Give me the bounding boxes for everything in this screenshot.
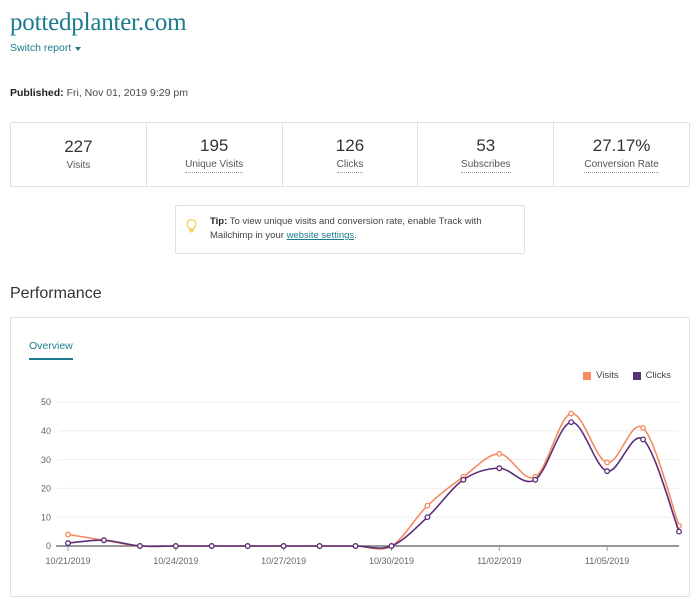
chart-legend: Visits Clicks [583,370,671,381]
performance-line-chart: 0 10 20 30 40 50 10/21/2019 10/24/2019 10/27/201… [41,397,682,566]
svg-text:50: 50 [41,397,51,407]
legend-item-visits[interactable]: Visits [583,370,619,381]
tab-bar-divider [29,354,689,355]
svg-text:20: 20 [41,484,51,494]
legend-item-clicks[interactable]: Clicks [632,370,671,381]
svg-text:10: 10 [41,512,51,522]
report-page: pottedplanter.com Switch report Publishe… [0,0,700,612]
switch-report-dropdown[interactable]: Switch report [10,42,82,54]
legend-swatch-visits [583,371,592,380]
stat-card-subscribes: 53 Subscribes [418,123,555,186]
tip-banner: Tip: To view unique visits and conversio… [175,205,525,254]
chart-tab-bar: Overview [11,318,689,360]
performance-section-title: Performance [10,285,102,302]
series-visits [65,410,682,550]
chart-plot-area[interactable]: 0 10 20 30 40 50 10/21/2019 10/24/2019 10/27/201… [11,388,689,596]
stat-card-visits: 227 Visits [11,123,147,186]
svg-text:10/30/2019: 10/30/2019 [369,556,414,566]
performance-chart-card: Overview Visits Clicks 0 10 20 30 40 50 10/21/… [10,317,690,597]
switch-report-label: Switch report [10,42,72,54]
stat-card-unique-visits: 195 Unique Visits [147,123,283,186]
legend-label-clicks: Clicks [645,370,671,381]
stat-label[interactable]: Conversion Rate [584,159,659,173]
legend-label-visits: Visits [596,370,619,381]
tip-container: Tip: To view unique visits and conversio… [10,205,690,254]
stat-label: Visits [66,160,91,171]
stat-card-conversion-rate: 27.17% Conversion Rate [554,123,689,186]
svg-text:30: 30 [41,455,51,465]
svg-text:11/05/2019: 11/05/2019 [585,556,629,566]
series-clicks [65,419,682,549]
stat-card-clicks: 126 Clicks [283,123,419,186]
legend-swatch-clicks [632,371,641,380]
published-value: Fri, Nov 01, 2019 9:29 pm [66,87,188,99]
svg-text:10/24/2019: 10/24/2019 [153,556,198,566]
svg-text:11/02/2019: 11/02/2019 [477,556,521,566]
stat-value: 195 [200,136,229,155]
stat-value: 27.17% [592,136,651,155]
published-label: Published: [10,87,64,99]
chevron-down-icon [75,47,82,51]
stat-value: 53 [476,136,496,155]
svg-text:40: 40 [41,426,51,436]
page-title: pottedplanter.com [10,9,187,36]
lightbulb-icon [186,215,202,234]
stat-label[interactable]: Subscribes [461,159,511,173]
svg-text:10/27/2019: 10/27/2019 [261,556,306,566]
tip-body-end: . [354,230,357,241]
tip-label: Tip: [210,216,228,227]
stat-label[interactable]: Unique Visits [185,159,244,173]
stat-value: 227 [64,137,93,156]
svg-text:0: 0 [46,541,51,551]
stat-value: 126 [335,136,365,155]
tip-text: Tip: To view unique visits and conversio… [210,215,512,243]
website-settings-link[interactable]: website settings [287,230,355,241]
stats-summary-row: 227 Visits 195 Unique Visits 126 Clicks … [10,122,690,187]
published-timestamp: Published: Fri, Nov 01, 2019 9:29 pm [10,87,690,99]
tab-overview[interactable]: Overview [29,340,73,360]
svg-text:10/21/2019: 10/21/2019 [45,556,90,566]
stat-label[interactable]: Clicks [336,159,364,173]
